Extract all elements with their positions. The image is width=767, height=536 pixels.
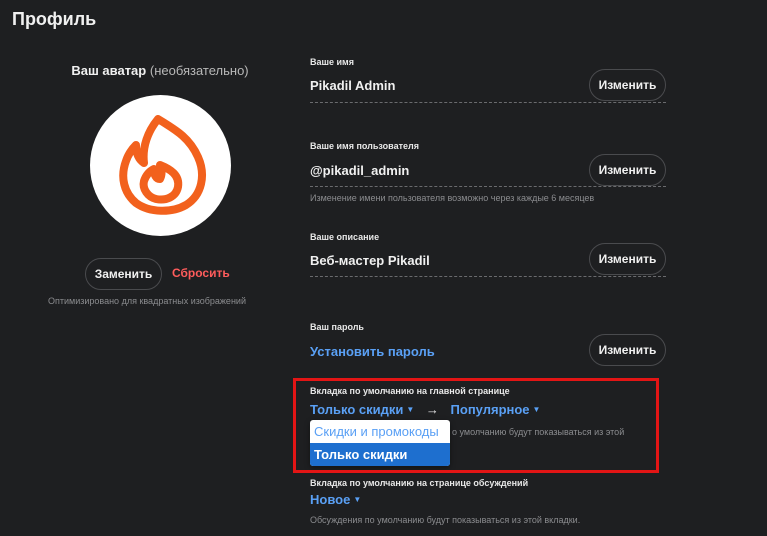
avatar-optional-text: (необязательно) [149,63,249,78]
avatar [90,95,231,236]
chevron-down-icon: ▼ [353,495,362,504]
edit-name-button[interactable]: Изменить [589,69,666,101]
description-label: Ваше описание [310,232,380,242]
page-title: Профиль [12,9,97,29]
discussion-tab-hint: Обсуждения по умолчанию будут показывать… [310,515,581,525]
edit-description-button[interactable]: Изменить [589,243,666,275]
description-divider [310,276,666,277]
discussion-tab-label: Вкладка по умолчанию на странице обсужде… [310,478,529,488]
password-label: Ваш пароль [310,322,364,332]
set-password-link[interactable]: Установить пароль [310,344,435,359]
edit-password-button[interactable]: Изменить [589,334,666,366]
name-divider [310,102,666,103]
avatar-label: Ваш аватар (необязательно) [0,63,320,78]
name-value: Pikadil Admin [310,78,396,93]
highlight-frame [293,378,659,473]
username-value: @pikadil_admin [310,163,410,178]
replace-avatar-button[interactable]: Заменить [85,258,162,290]
avatar-label-text: Ваш аватар [71,63,147,78]
username-divider [310,186,666,187]
avatar-hint: Оптимизировано для квадратных изображени… [48,296,246,306]
reset-avatar-button[interactable]: Сбросить [172,266,230,280]
edit-username-button[interactable]: Изменить [589,154,666,186]
username-label: Ваше имя пользователя [310,141,419,151]
name-label: Ваше имя [310,57,354,67]
discussion-tab-select[interactable]: Новое ▼ [310,492,361,507]
flame-logo-icon [119,115,206,215]
description-value: Веб-мастер Pikadil [310,253,430,268]
username-hint: Изменение имени пользователя возможно че… [310,193,595,203]
